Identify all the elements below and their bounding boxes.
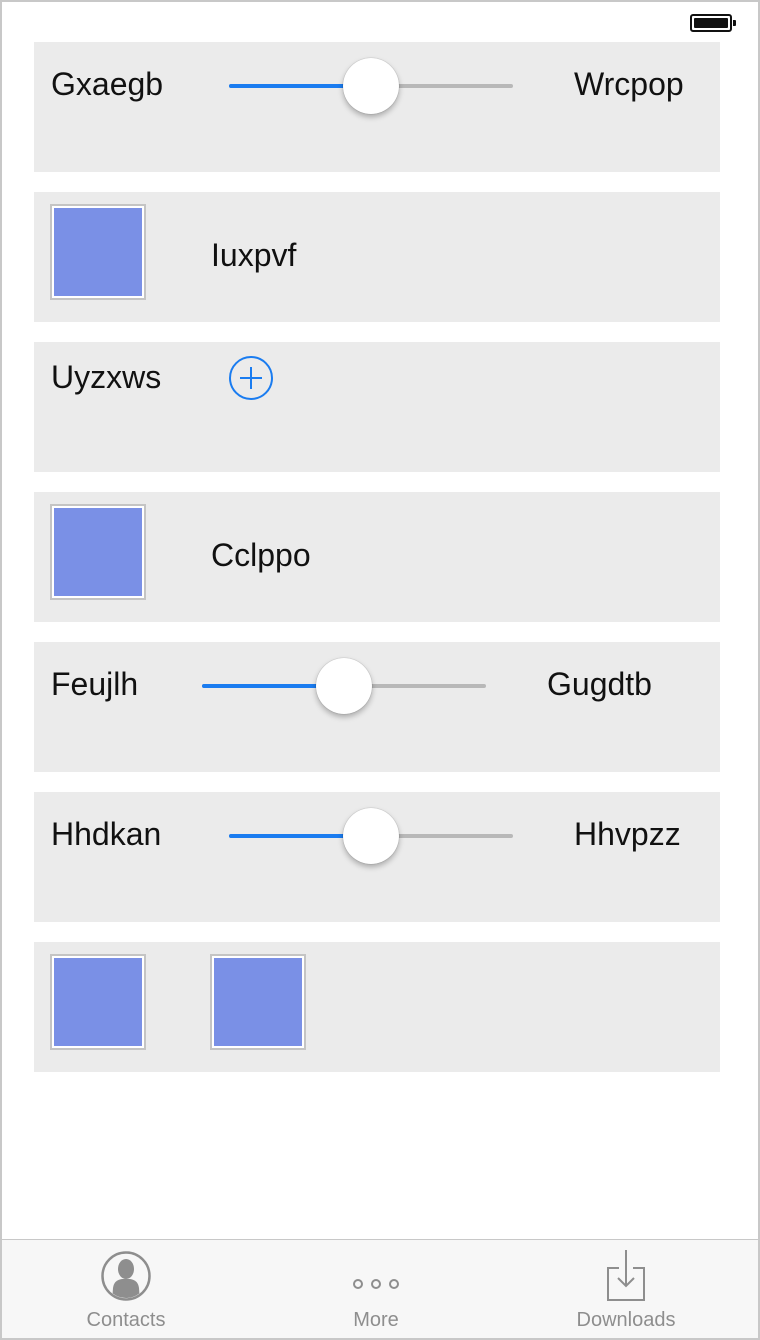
- slider-row-hhdkan: Hhdkan Hhvpzz: [34, 792, 720, 922]
- tab-downloads-label: Downloads: [576, 1309, 676, 1331]
- slider-min-label: Feujlh: [51, 666, 139, 702]
- slider-max-label: Hhvpzz: [574, 816, 681, 852]
- tab-contacts-label: Contacts: [86, 1309, 166, 1331]
- swatch-row-cclppo: Cclppo: [34, 492, 720, 622]
- add-row-uyzxws: Uyzxws: [34, 342, 720, 472]
- slider-row-gxaegb: Gxaegb Wrcpop: [34, 42, 720, 172]
- slider-thumb[interactable]: [343, 58, 399, 114]
- app-window: Gxaegb Wrcpop Iuxpvf Uyzxws Cclppo Feujl…: [0, 0, 760, 1340]
- color-swatch[interactable]: [50, 204, 146, 300]
- more-icon: [350, 1250, 402, 1307]
- swatch-label: Iuxpvf: [211, 237, 297, 273]
- tab-more[interactable]: More: [276, 1240, 476, 1338]
- slider-thumb[interactable]: [343, 808, 399, 864]
- slider-max-label: Gugdtb: [547, 666, 652, 702]
- slider-control[interactable]: [229, 56, 513, 116]
- swatch-row-iuxpvf: Iuxpvf: [34, 192, 720, 322]
- tab-contacts[interactable]: Contacts: [26, 1240, 226, 1338]
- slider-min-label: Hhdkan: [51, 816, 162, 852]
- slider-row-feujlh: Feujlh Gugdtb: [34, 642, 720, 772]
- color-swatch[interactable]: [50, 954, 146, 1050]
- tab-bar: Contacts More Downloads: [2, 1239, 758, 1338]
- slider-min-label: Gxaegb: [51, 66, 164, 102]
- downloads-icon: [600, 1250, 652, 1307]
- contacts-icon: [100, 1250, 152, 1307]
- add-row-label: Uyzxws: [51, 359, 162, 395]
- swatch-label: Cclppo: [211, 537, 311, 573]
- slider-thumb[interactable]: [316, 658, 372, 714]
- color-swatch[interactable]: [50, 504, 146, 600]
- add-button[interactable]: [229, 356, 273, 400]
- battery-icon: [690, 14, 736, 32]
- color-swatch[interactable]: [210, 954, 306, 1050]
- swatches-row: [34, 942, 720, 1072]
- slider-max-label: Wrcpop: [574, 66, 684, 102]
- slider-control[interactable]: [229, 806, 513, 866]
- slider-control[interactable]: [202, 656, 486, 716]
- tab-more-label: More: [353, 1309, 399, 1331]
- tab-downloads[interactable]: Downloads: [526, 1240, 726, 1338]
